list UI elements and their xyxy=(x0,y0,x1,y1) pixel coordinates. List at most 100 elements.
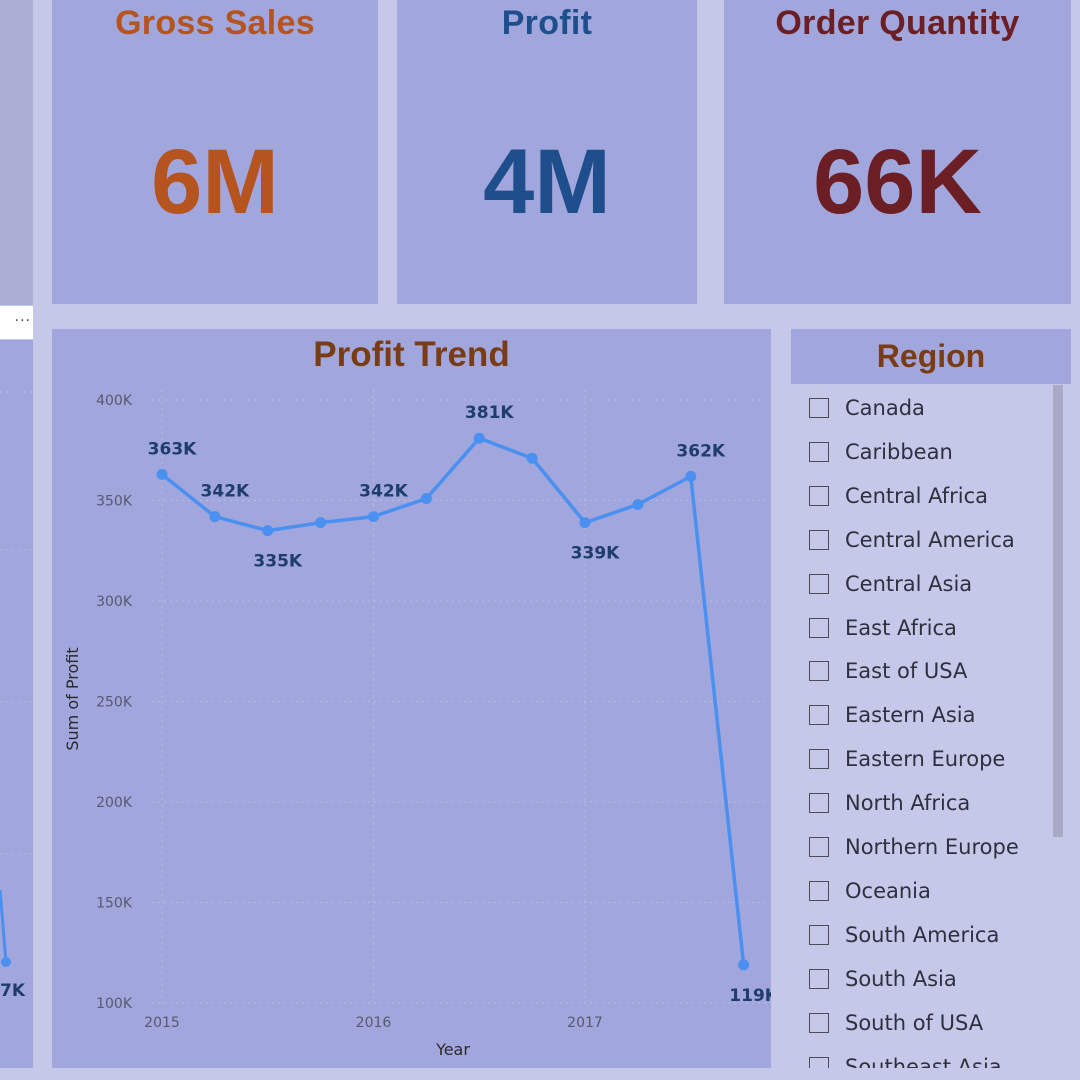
checkbox[interactable] xyxy=(809,1056,829,1068)
slicer-item[interactable]: Oceania xyxy=(809,876,931,906)
x-axis-title: Year xyxy=(435,1040,470,1059)
x-tick-label: 2015 xyxy=(144,1015,180,1031)
data-point xyxy=(526,452,538,464)
slicer-item-label: Eastern Asia xyxy=(845,703,976,728)
slicer-item[interactable]: Caribbean xyxy=(809,437,953,467)
slicer-item-label: Caribbean xyxy=(845,439,953,464)
x-tick-label: 2017 xyxy=(567,1015,603,1031)
y-tick-label: 400K xyxy=(96,393,133,409)
slicer-item-label: East of USA xyxy=(845,659,968,684)
checkbox[interactable] xyxy=(809,573,829,594)
slicer-item-label: Southeast Asia xyxy=(845,1054,1002,1069)
slicer-item-label: South of USA xyxy=(845,1010,984,1035)
checkbox[interactable] xyxy=(809,705,829,726)
checkbox[interactable] xyxy=(809,1012,829,1033)
region-slicer[interactable]: Region Canada Caribbean Central Africa Cent… xyxy=(791,329,1071,1068)
partial-data-point xyxy=(1,957,11,967)
slicer-item[interactable]: Central Asia xyxy=(809,569,972,599)
checkbox[interactable] xyxy=(809,924,829,945)
y-tick-label: 100K xyxy=(96,996,133,1012)
order-quantity-card[interactable]: Order Quantity 66K xyxy=(724,0,1071,304)
slicer-item-label: Northern Europe xyxy=(845,835,1019,859)
checkbox[interactable] xyxy=(809,398,829,418)
profit-trend-visual[interactable]: 100K 150K 200K 250K 300K 350K 400K 2015 2016 2017… xyxy=(52,329,771,1068)
slicer-item-label: East Africa xyxy=(845,615,957,640)
data-point xyxy=(473,432,485,444)
data-point xyxy=(315,517,327,529)
data-label: 119K xyxy=(729,986,771,1006)
slicer-scrollbar[interactable] xyxy=(1053,385,1063,837)
slicer-item[interactable]: Eastern Europe xyxy=(809,744,1005,774)
chart-title: Profit Trend xyxy=(313,335,510,374)
data-point xyxy=(156,468,168,480)
data-label: 339K xyxy=(571,544,620,564)
slicer-item[interactable]: Central Africa xyxy=(809,481,988,511)
checkbox[interactable] xyxy=(809,485,829,506)
checkbox[interactable] xyxy=(809,837,829,857)
left-visual-top xyxy=(0,0,33,305)
data-label: 363K xyxy=(148,439,197,459)
partial-data-label: 7K xyxy=(0,981,26,1001)
data-point xyxy=(209,511,221,523)
checkbox[interactable] xyxy=(809,880,829,901)
checkbox[interactable] xyxy=(809,529,829,550)
y-tick-label: 150K xyxy=(96,896,133,912)
data-point xyxy=(738,959,750,971)
slicer-item[interactable]: South Asia xyxy=(809,964,957,994)
checkbox[interactable] xyxy=(809,441,829,462)
data-label: 335K xyxy=(253,552,302,572)
slicer-item[interactable]: East Africa xyxy=(809,613,957,643)
data-label: 381K xyxy=(465,403,514,423)
y-tick-label: 250K xyxy=(96,695,133,711)
data-point xyxy=(632,499,644,511)
data-label: 342K xyxy=(201,482,250,502)
data-point xyxy=(368,511,379,523)
checkbox[interactable] xyxy=(809,968,829,989)
data-label: 362K xyxy=(676,441,725,461)
profit-trend-chart: 100K 150K 200K 250K 300K 350K 400K 2015 2016 2017… xyxy=(63,390,771,1059)
more-options-icon[interactable]: ··· xyxy=(0,306,33,339)
data-point xyxy=(262,525,274,537)
order-quantity-title: Order Quantity xyxy=(775,4,1020,42)
slicer-item[interactable]: Canada xyxy=(809,393,925,423)
y-tick-label: 350K xyxy=(96,494,133,510)
slicer-item-label: North Africa xyxy=(845,791,971,816)
slicer-item-label: Central Asia xyxy=(845,571,973,596)
profit-card[interactable]: Profit 4M xyxy=(397,0,697,304)
gross-sales-value: 6M xyxy=(151,131,279,233)
left-partial-chart xyxy=(0,340,33,1068)
profit-title: Profit xyxy=(501,4,593,42)
slicer-item[interactable]: Southeast Asia xyxy=(809,1052,1002,1069)
slicer-title: Region xyxy=(791,329,1071,384)
slicer-item[interactable]: East of USA xyxy=(809,656,967,686)
checkbox[interactable] xyxy=(809,793,829,814)
slicer-item[interactable]: Eastern Asia xyxy=(809,700,976,730)
gross-sales-card[interactable]: Gross Sales 6M xyxy=(52,0,378,304)
data-label: 342K xyxy=(359,482,408,502)
slicer-list[interactable]: Canada Caribbean Central Africa Central Ame… xyxy=(791,386,1053,1068)
slicer-item[interactable]: Central America xyxy=(809,525,1015,555)
data-point xyxy=(685,470,697,482)
data-point xyxy=(579,517,591,529)
slicer-item-label: Central Africa xyxy=(845,483,989,508)
profit-value: 4M xyxy=(483,131,611,233)
checkbox[interactable] xyxy=(809,749,829,770)
y-axis-title: Sum of Profit xyxy=(63,647,82,750)
partial-chart-svg xyxy=(0,391,33,967)
gross-sales-title: Gross Sales xyxy=(115,4,315,42)
slicer-item-label: Oceania xyxy=(845,878,931,903)
slicer-item[interactable]: Northern Europe xyxy=(809,832,1019,862)
y-tick-label: 300K xyxy=(96,594,133,610)
slicer-item[interactable]: South America xyxy=(809,920,999,950)
slicer-item[interactable]: South of USA xyxy=(809,1008,983,1038)
slicer-item-label: Central America xyxy=(845,527,1015,552)
checkbox[interactable] xyxy=(809,661,829,682)
y-tick-label: 200K xyxy=(96,795,133,811)
slicer-item[interactable]: North Africa xyxy=(809,788,970,818)
slicer-item-label: Canada xyxy=(845,396,925,420)
slicer-item-label: South Asia xyxy=(845,966,957,991)
slicer-item-label: Eastern Europe xyxy=(845,747,1006,772)
checkbox[interactable] xyxy=(809,617,829,638)
x-tick-label: 2016 xyxy=(356,1015,392,1031)
slicer-item-label: South America xyxy=(845,922,1000,947)
